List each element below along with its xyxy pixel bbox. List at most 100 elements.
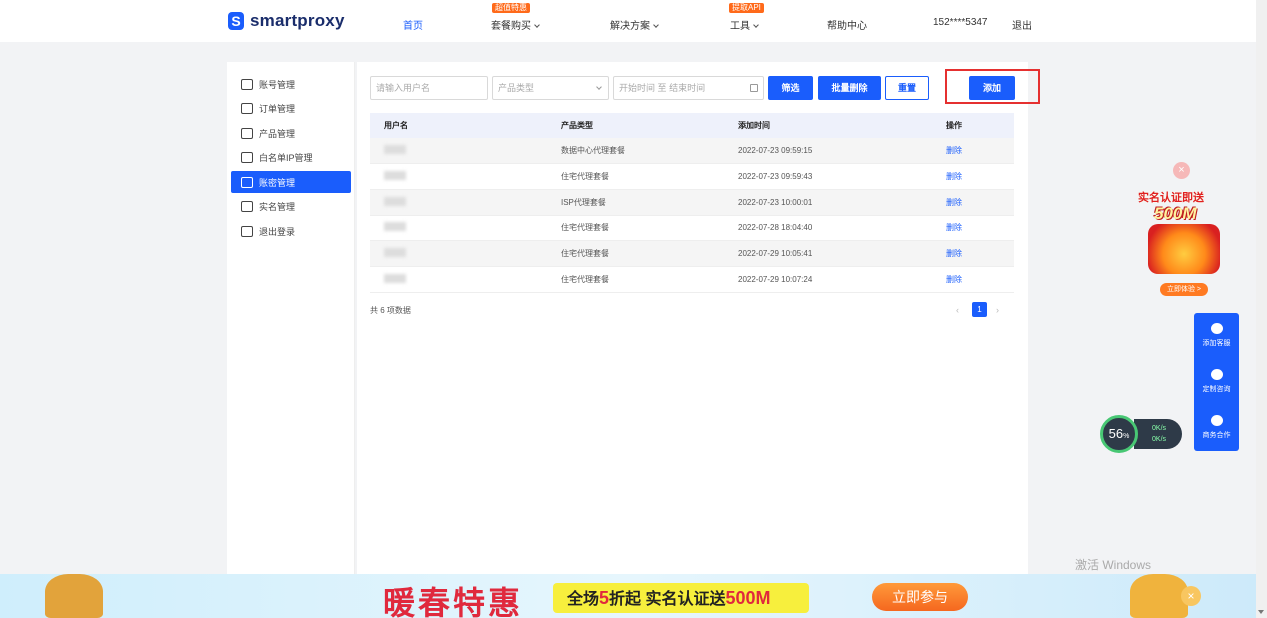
nav-badge-tools: 提取API: [729, 3, 764, 13]
promo-title: 实名认证即送: [1138, 192, 1204, 204]
sidebar-item-realname[interactable]: 实名管理: [231, 195, 351, 217]
nav-home[interactable]: 首页: [403, 17, 423, 32]
sidebar-item-credentials[interactable]: 账密管理: [231, 171, 351, 193]
logo-icon: S: [228, 12, 244, 30]
date-range-picker[interactable]: 开始时间 至 结束时间: [613, 76, 764, 100]
cell-username: [370, 189, 547, 216]
close-icon[interactable]: ×: [1181, 586, 1201, 606]
service-label: 商务合作: [1202, 432, 1231, 439]
download-speed: 0K/s: [1152, 434, 1182, 445]
prev-page-icon[interactable]: ‹: [956, 305, 963, 315]
sidebar-item-logout[interactable]: 退出登录: [231, 220, 351, 242]
nav-tools[interactable]: 工具: [730, 17, 759, 32]
nav-packages[interactable]: 套餐购买: [491, 17, 540, 32]
nav-solutions[interactable]: 解决方案: [610, 17, 659, 32]
custom-consult-button[interactable]: 定制咨询: [1194, 369, 1239, 394]
nav-logout[interactable]: 退出: [1012, 17, 1032, 32]
date-start: 开始时间: [619, 83, 656, 93]
tree-decoration: [1130, 574, 1188, 618]
cell-username: [370, 163, 547, 190]
sidebar-item-label: 白名单IP管理: [259, 152, 313, 163]
add-support-button[interactable]: 添加客服: [1194, 323, 1239, 348]
user-icon: [241, 78, 253, 90]
sidebar-item-whitelist[interactable]: 白名单IP管理: [231, 146, 351, 168]
top-navbar: S smartproxy 首页 超值特惠 套餐购买 解决方案 提取API 工具 …: [0, 0, 1256, 42]
promo-banner[interactable]: 暖春特惠 全场5折起 实名认证送500M 立即参与 ×: [0, 574, 1256, 618]
redacted-username: [384, 273, 406, 283]
credentials-table: 用户名 产品类型 添加时间 操作 数据中心代理套餐 2022-07-23 09:…: [370, 113, 1014, 293]
cell-product: 住宅代理套餐: [547, 240, 724, 267]
calendar-icon: [750, 84, 758, 92]
logo[interactable]: S smartproxy: [228, 11, 345, 31]
cell-time: 2022-07-29 10:07:24: [724, 266, 932, 293]
delete-link[interactable]: 删除: [946, 249, 962, 258]
speed-percent: 56%: [1100, 415, 1138, 453]
realname-promo-float[interactable]: × 实名认证即送 500M 立即体验 >: [1130, 162, 1240, 298]
table-row: 住宅代理套餐 2022-07-29 10:07:24 删除: [370, 266, 1014, 293]
cell-product: 数据中心代理套餐: [547, 138, 724, 165]
headset-icon: [1210, 323, 1223, 334]
business-coop-button[interactable]: 商务合作: [1194, 415, 1239, 440]
chevron-down-icon: [596, 84, 602, 90]
offer-middle: 折起 实名认证送: [609, 591, 726, 608]
table-row: ISP代理套餐 2022-07-23 10:00:01 删除: [370, 189, 1014, 216]
redacted-username: [384, 222, 406, 232]
sidebar-item-label: 账号管理: [259, 79, 296, 90]
delete-link[interactable]: 删除: [946, 198, 962, 207]
sidebar-item-products[interactable]: 产品管理: [231, 122, 351, 144]
logo-text: smartproxy: [250, 11, 345, 30]
redacted-username: [384, 196, 406, 206]
col-product-type: 产品类型: [547, 113, 724, 138]
sidebar-item-label: 账密管理: [259, 177, 296, 188]
banner-offer: 全场5折起 实名认证送500M: [553, 583, 809, 613]
batch-delete-button[interactable]: 批量删除: [818, 76, 881, 100]
sidebar-item-orders[interactable]: 订单管理: [231, 97, 351, 119]
username-input[interactable]: 请输入用户名: [370, 76, 488, 100]
cell-action: 删除: [932, 266, 1014, 293]
sidebar-item-label: 实名管理: [259, 201, 296, 212]
table-row: 数据中心代理套餐 2022-07-23 09:59:15 删除: [370, 138, 1014, 165]
close-icon[interactable]: ×: [1173, 162, 1190, 179]
service-label: 定制咨询: [1202, 386, 1231, 393]
col-username: 用户名: [370, 113, 547, 138]
cell-action: 删除: [932, 189, 1014, 216]
percent-unit: %: [1123, 433, 1130, 440]
sidebar-item-label: 退出登录: [259, 226, 296, 237]
delete-link[interactable]: 删除: [946, 172, 962, 181]
filter-button[interactable]: 筛选: [768, 76, 813, 100]
nav-help[interactable]: 帮助中心: [827, 17, 867, 32]
add-button[interactable]: 添加: [969, 76, 1015, 100]
cell-username: [370, 266, 547, 293]
nav-user-phone[interactable]: 152****5347: [933, 17, 988, 28]
redacted-username: [384, 145, 406, 155]
cell-action: 删除: [932, 240, 1014, 267]
reset-button[interactable]: 重置: [885, 76, 929, 100]
cell-product: ISP代理套餐: [547, 189, 724, 216]
chevron-down-icon: [653, 22, 659, 28]
redacted-username: [384, 248, 406, 258]
scroll-down-icon[interactable]: [1258, 610, 1264, 616]
cell-product: 住宅代理套餐: [547, 215, 724, 242]
product-type-select[interactable]: 产品类型: [492, 76, 609, 100]
scrollbar[interactable]: [1256, 0, 1267, 618]
cell-action: 删除: [932, 138, 1014, 165]
promo-amount: 500M: [1154, 204, 1197, 223]
sidebar: 账号管理 订单管理 产品管理 白名单IP管理 账密管理 实名管理 退出登录: [227, 62, 355, 577]
offer-prefix: 全场: [567, 591, 600, 608]
date-separator: 至: [657, 83, 667, 93]
sidebar-item-account[interactable]: 账号管理: [231, 73, 351, 95]
table-row: 住宅代理套餐 2022-07-28 18:04:40 删除: [370, 215, 1014, 242]
promo-try-button[interactable]: 立即体验 >: [1160, 283, 1208, 296]
page-number[interactable]: 1: [972, 302, 987, 317]
next-page-icon[interactable]: ›: [996, 305, 1003, 315]
delete-link[interactable]: 删除: [946, 146, 962, 155]
table-row: 住宅代理套餐 2022-07-29 10:05:41 删除: [370, 240, 1014, 267]
col-add-time: 添加时间: [724, 113, 932, 138]
delete-link[interactable]: 删除: [946, 275, 962, 284]
network-speed-widget[interactable]: 0K/s 0K/s 56%: [1100, 415, 1182, 453]
tree-decoration: [45, 574, 103, 618]
nav-packages-label: 套餐购买: [491, 21, 531, 32]
delete-link[interactable]: 删除: [946, 223, 962, 232]
join-now-button[interactable]: 立即参与: [872, 583, 968, 611]
banner-title: 暖春特惠: [383, 585, 524, 618]
